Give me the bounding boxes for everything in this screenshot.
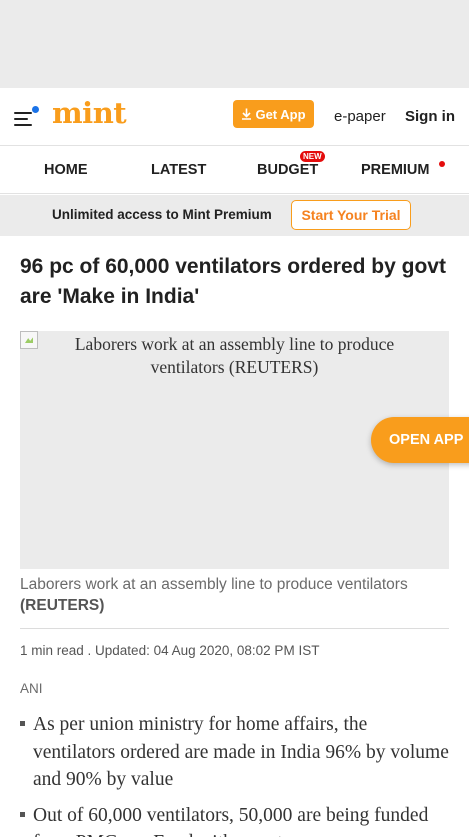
download-icon [242,108,252,120]
open-app-button[interactable]: OPEN APP [371,417,469,463]
summary-item: As per union ministry for home affairs, … [20,711,450,794]
nav-item-premium[interactable]: PREMIUM [361,162,429,178]
bullet-icon [20,721,25,726]
premium-promo-banner: Unlimited access to Mint Premium Start Y… [0,195,469,236]
broken-image-icon [20,331,38,349]
mint-logo[interactable]: mint [52,96,127,130]
main-nav: HOME LATEST BUDGET NEW PREMIUM [0,146,469,194]
nav-item-latest[interactable]: LATEST [151,162,206,178]
start-trial-button[interactable]: Start Your Trial [291,200,411,230]
summary-text: As per union ministry for home affairs, … [33,714,449,790]
article-source: ANI [20,681,43,696]
bullet-icon [20,811,25,817]
new-badge: NEW [300,151,325,162]
article-meta: 1 min read . Updated: 04 Aug 2020, 08:02… [20,643,320,658]
premium-indicator-dot [439,161,445,167]
caption-text: Laborers work at an assembly line to pro… [20,576,408,593]
epaper-link[interactable]: e-paper [334,108,386,125]
ad-placeholder [0,0,469,88]
image-alt-text: Laborers work at an assembly line to pro… [74,334,395,377]
article-headline: 96 pc of 60,000 ventilators ordered by g… [20,255,446,308]
image-caption: Laborers work at an assembly line to pro… [20,574,450,616]
summary-item: Out of 60,000 ventilators, 50,000 are be… [20,802,450,837]
menu-bar [14,118,28,120]
menu-bar [14,124,32,126]
notification-dot [32,106,39,113]
menu-bar [14,112,32,114]
get-app-button[interactable]: Get App [233,100,314,128]
hamburger-menu-icon[interactable] [14,105,40,129]
caption-credit: (REUTERS) [20,597,105,614]
promo-text: Unlimited access to Mint Premium [52,207,272,222]
summary-text: Out of 60,000 ventilators, 50,000 are be… [33,804,429,837]
article-summary: As per union ministry for home affairs, … [20,711,450,837]
nav-item-budget[interactable]: BUDGET [257,162,318,178]
signin-link[interactable]: Sign in [405,108,455,125]
nav-item-home[interactable]: HOME [44,162,88,178]
get-app-label: Get App [255,106,306,122]
divider [20,628,449,629]
site-header: mint Get App e-paper Sign in [0,88,469,146]
